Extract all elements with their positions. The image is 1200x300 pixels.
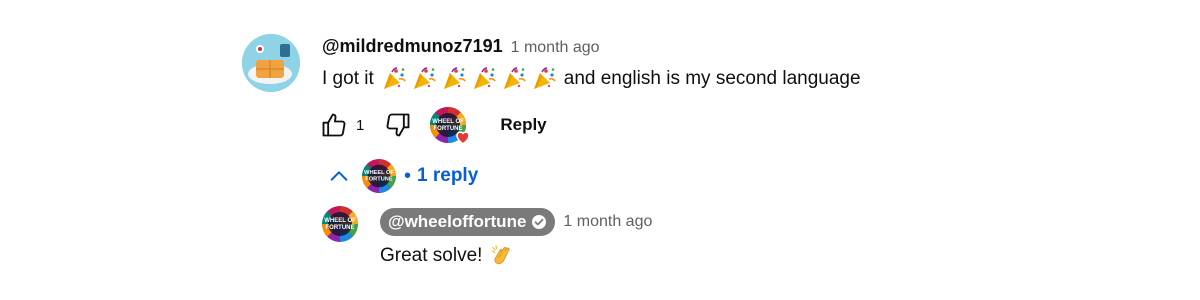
comment-actions: 1 Reply [318,107,547,145]
comment-timestamp[interactable]: 1 month ago [511,39,600,57]
reply-timestamp[interactable]: 1 month ago [563,213,652,231]
party-popper-icon [502,67,526,90]
comment-author[interactable]: @mildredmunoz7191 [322,36,503,57]
thumbs-down-icon [386,113,410,137]
party-popper-icon [472,67,496,90]
party-popper-icon [412,67,436,90]
reply-text: Great solve! [380,244,514,268]
comment-thread: @mildredmunoz7191 1 month ago I got it a… [0,0,1200,300]
channel-owner-badge[interactable]: @wheeloffortune [380,208,556,236]
thumbs-up-icon [322,113,346,137]
dislike-button[interactable] [382,109,414,141]
reply-header: @wheeloffortune 1 month ago [380,208,652,236]
verified-check-icon [532,215,547,229]
creator-heart-badge[interactable] [430,107,471,145]
replier-avatar-small [362,159,396,193]
commenter-avatar[interactable] [242,34,300,92]
like-count: 1 [356,116,365,134]
reply-author-avatar[interactable] [322,206,358,242]
chevron-up-icon [330,171,348,181]
comment-text-end: and english is my second language [563,68,861,89]
party-popper-icon [442,67,466,90]
replies-toggle[interactable]: • 1 reply [328,158,478,194]
replies-count-label[interactable]: 1 reply [417,165,478,187]
party-emoji-row [382,67,556,91]
comment-text-start: I got it [322,68,374,89]
party-popper-icon [382,67,406,90]
clapping-hands-icon [492,245,510,265]
reply-button[interactable]: Reply [500,115,546,135]
comment-text: I got it and english is my second langua… [322,67,861,91]
comment-header: @mildredmunoz7191 1 month ago [322,36,600,57]
like-button[interactable] [318,109,350,141]
reply-text-content: Great solve! [380,245,483,266]
party-popper-icon [532,67,556,90]
reply-author: @wheeloffortune [388,212,527,231]
separator-dot: • [404,164,412,187]
heart-icon [456,131,471,145]
